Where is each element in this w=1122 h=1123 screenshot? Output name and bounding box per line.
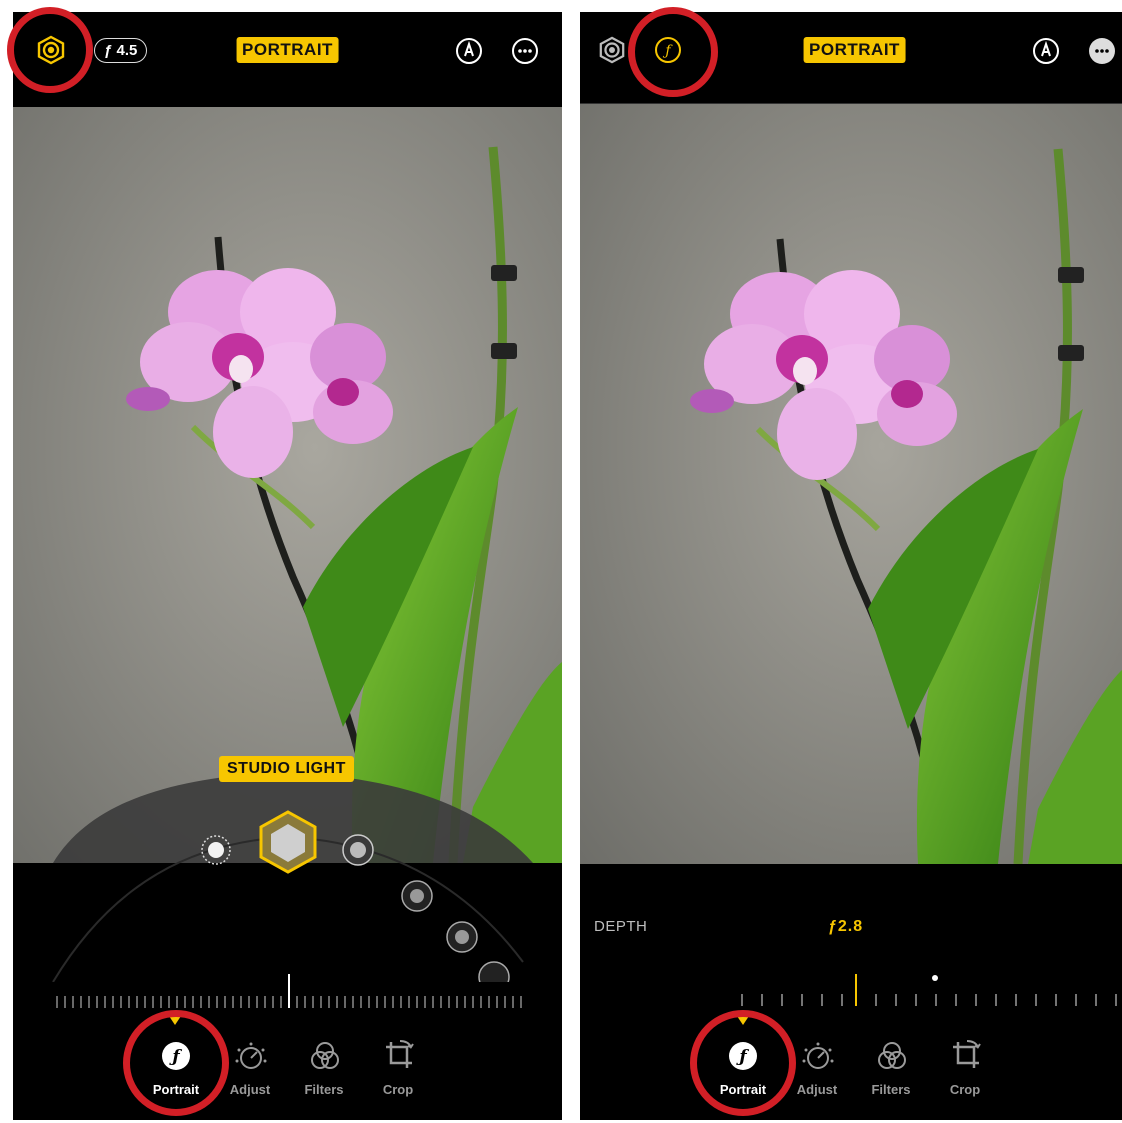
more-options-button[interactable]	[510, 36, 540, 66]
highlight-ring-depth-icon	[628, 7, 718, 97]
lighting-effect-dial	[52, 810, 524, 982]
markup-button[interactable]	[454, 36, 484, 66]
markup-pen-icon	[456, 38, 482, 64]
adjust-dial-icon	[802, 1042, 834, 1069]
tool-label: Adjust	[229, 1082, 271, 1097]
top-toolbar: ƒ 4.5 PORTRAIT	[13, 12, 562, 107]
lighting-intensity-slider[interactable]	[13, 972, 562, 1012]
tool-label: Adjust	[796, 1082, 838, 1097]
depth-default-marker	[932, 975, 938, 981]
markup-pen-icon	[1033, 38, 1059, 64]
aperture-button[interactable]: ƒ 4.5	[94, 38, 148, 63]
tool-label: Filters	[304, 1082, 344, 1097]
lighting-toggle-button[interactable]	[597, 35, 627, 65]
depth-label: DEPTH	[594, 918, 648, 935]
more-options-button[interactable]	[1087, 36, 1117, 66]
more-icon	[1089, 38, 1115, 64]
filters-icon	[311, 1042, 339, 1069]
studio-light-label: STUDIO LIGHT	[219, 756, 354, 782]
highlight-ring-lighting-icon	[7, 7, 93, 93]
tool-label: Filters	[871, 1082, 911, 1097]
highlight-ring-portrait-tool-left	[123, 1010, 229, 1116]
markup-button[interactable]	[1031, 36, 1061, 66]
orchid-photo	[13, 107, 562, 863]
highlight-ring-portrait-tool-right	[690, 1010, 796, 1116]
adjust-dial-icon	[235, 1042, 267, 1069]
portrait-mode-badge: PORTRAIT	[236, 37, 339, 63]
portrait-mode-badge: PORTRAIT	[803, 37, 906, 63]
studio-light-option[interactable]	[259, 810, 317, 874]
lighting-hexagon-icon	[599, 36, 625, 64]
filters-icon	[878, 1042, 906, 1069]
crop-rotate-icon	[386, 1040, 414, 1068]
orchid-photo	[580, 104, 1122, 864]
depth-value: ƒ2.8	[828, 918, 864, 935]
tool-label: Crop	[949, 1082, 981, 1097]
tool-label: Crop	[382, 1082, 414, 1097]
crop-rotate-icon	[953, 1040, 981, 1068]
depth-slider[interactable]	[580, 970, 1122, 1014]
portrait-depth-screen: ƒ PORTRAIT DEPTH ƒ2.8 ƒ Portrait Adjust …	[580, 12, 1122, 1120]
edit-tools-bar: ƒ Portrait Adjust Filters Crop	[580, 1014, 1122, 1114]
more-icon	[512, 38, 538, 64]
edit-tools-bar: ƒ Portrait Adjust Filters Crop	[13, 1014, 562, 1114]
portrait-lighting-screen: ƒ 4.5 PORTRAIT STUDIO LIGHT ƒ Portrait A…	[13, 12, 562, 1120]
